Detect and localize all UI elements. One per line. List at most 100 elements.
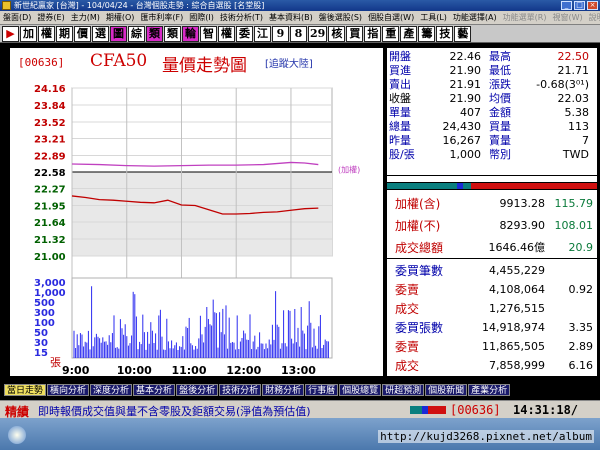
quote-value: 113 bbox=[568, 120, 589, 133]
toolbar-button-9[interactable]: 類 bbox=[164, 25, 181, 42]
quote-row-0: 開盤 22.46 最高 22.50 bbox=[387, 50, 597, 64]
price-tick-label: 21.32 bbox=[34, 235, 66, 246]
quote-value: 21.90 bbox=[449, 64, 482, 77]
toolbar-button-6[interactable]: 圖 bbox=[110, 25, 127, 42]
price-tick-label: 23.84 bbox=[34, 101, 66, 112]
start-orb-icon[interactable] bbox=[8, 426, 26, 444]
toolbar-button-17[interactable]: 29 bbox=[308, 25, 328, 42]
intraday-chart[interactable]: 24.16 23.84 23.52 23.21 22.89 22.58 22.27 21.95… bbox=[10, 48, 383, 376]
quote-value: TWD bbox=[562, 148, 589, 161]
toolbar-button-13[interactable]: 委 bbox=[236, 25, 253, 42]
menu-item-1[interactable]: 證券(E) bbox=[34, 11, 67, 24]
quote-label: 最低 bbox=[489, 64, 511, 77]
tab-4[interactable]: 盤後分析 bbox=[176, 383, 219, 396]
price-tick-label: 22.27 bbox=[34, 184, 66, 195]
tab-5[interactable]: 技術分析 bbox=[219, 383, 262, 396]
tab-10[interactable]: 個股新聞 bbox=[425, 383, 468, 396]
index-row-0: 加權(含) 9913.28 115.79 bbox=[387, 193, 597, 215]
quote-value: 24,430 bbox=[442, 120, 482, 133]
toolbar-button-16[interactable]: 8 bbox=[290, 25, 307, 42]
toolbar-button-22[interactable]: 產 bbox=[400, 25, 418, 42]
toolbar-button-3[interactable]: 期 bbox=[56, 25, 73, 42]
quote-row-6: 昨量 16,267 賣量 7 bbox=[387, 134, 597, 148]
minimize-button[interactable]: _ bbox=[561, 1, 572, 10]
tab-0[interactable]: 當日走勢 bbox=[4, 383, 47, 396]
toolbar-button-8[interactable]: 類 bbox=[146, 25, 163, 42]
tab-6[interactable]: 財務分析 bbox=[262, 383, 305, 396]
quote-label: 買進 bbox=[389, 64, 411, 77]
menu-item-14[interactable]: 說明(H) bbox=[586, 11, 600, 24]
ratio-bar-green-2 bbox=[463, 183, 471, 189]
menu-item-4[interactable]: 匯市利率(F) bbox=[137, 11, 186, 24]
series-label: (加權) bbox=[338, 165, 360, 175]
toolbar-button-15[interactable]: 9 bbox=[272, 25, 289, 42]
tab-2[interactable]: 深度分析 bbox=[90, 383, 133, 396]
tab-7[interactable]: 行事曆 bbox=[305, 383, 339, 396]
close-button[interactable]: × bbox=[587, 1, 598, 10]
toolbar-button-4[interactable]: 價 bbox=[74, 25, 91, 42]
quote-label: 最高 bbox=[489, 50, 511, 63]
order-row-5: 成交 7,858,999 6.16 bbox=[387, 355, 597, 377]
volume-tick-label: 15 bbox=[34, 348, 48, 359]
maximize-button[interactable]: □ bbox=[574, 1, 585, 10]
ratio-bar-green bbox=[387, 183, 457, 189]
quote-row-3: 收盤 21.90 均價 22.03 bbox=[387, 92, 597, 106]
index-value: 1646.46億 bbox=[488, 241, 546, 254]
time-tick-label: 13:00 bbox=[281, 364, 316, 376]
toolbar-button-2[interactable]: 權 bbox=[38, 25, 55, 42]
quote-value: 5.38 bbox=[564, 106, 590, 119]
index-value: 8293.90 bbox=[499, 219, 546, 232]
quote-label: 昨量 bbox=[389, 134, 411, 147]
menu-item-5[interactable]: 國際(I) bbox=[186, 11, 217, 24]
toolbar-button-19[interactable]: 買 bbox=[346, 25, 364, 42]
menu-item-13[interactable]: 視窗(W) bbox=[549, 11, 585, 24]
index-label: 成交總額 bbox=[395, 241, 444, 255]
toolbar-button-10[interactable]: 輪 bbox=[182, 25, 199, 42]
index-change: 108.01 bbox=[554, 219, 594, 232]
time-tick-label: 10:00 bbox=[117, 364, 152, 376]
quote-panel: 開盤 22.46 最高 22.50 買進 21.90 最低 21.71 賣出 21.91 漲跌 -0.… bbox=[387, 48, 597, 376]
toolbar-button-7[interactable]: 綜 bbox=[128, 25, 145, 42]
toolbar-button-12[interactable]: 權 bbox=[218, 25, 235, 42]
status-code: [00636] bbox=[450, 403, 501, 417]
menu-item-6[interactable]: 技術分析(T) bbox=[217, 11, 266, 24]
menu-item-8[interactable]: 盤後選股(S) bbox=[316, 11, 365, 24]
order-label: 成交 bbox=[395, 359, 420, 373]
index-row-1: 加權(不) 8293.90 108.01 bbox=[387, 215, 597, 237]
quote-row-1: 買進 21.90 最低 21.71 bbox=[387, 64, 597, 78]
menu-item-0[interactable]: 盤面(D) bbox=[0, 11, 34, 24]
tab-9[interactable]: 研超預測 bbox=[382, 383, 425, 396]
status-bar: 精績 即時報價成交值與量不含零股及鉅額交易(淨值為預估值) [00636] 14… bbox=[0, 400, 600, 419]
price-tick-label: 24.16 bbox=[34, 84, 66, 95]
menu-item-3[interactable]: 期權(O) bbox=[103, 11, 138, 24]
quote-label: 收盤 bbox=[389, 92, 411, 105]
toolbar-button-1[interactable]: 加 bbox=[20, 25, 37, 42]
toolbar-button-25[interactable]: 藝 bbox=[454, 25, 472, 42]
tab-3[interactable]: 基本分析 bbox=[133, 383, 176, 396]
order-ratio: 6.16 bbox=[568, 359, 594, 372]
tab-8[interactable]: 個股總覽 bbox=[339, 383, 382, 396]
order-value: 7,858,999 bbox=[489, 359, 545, 372]
tab-1[interactable]: 橫向分析 bbox=[47, 383, 90, 396]
menu-item-12[interactable]: 功能選單(R) bbox=[500, 11, 550, 24]
toolbar-button-5[interactable]: 選 bbox=[92, 25, 109, 42]
tab-11[interactable]: 產業分析 bbox=[468, 383, 511, 396]
menu-item-11[interactable]: 功能選擇(A) bbox=[450, 11, 500, 24]
quote-label: 幣別 bbox=[489, 148, 511, 161]
toolbar-button-11[interactable]: 智 bbox=[200, 25, 217, 42]
toolbar-button-24[interactable]: 技 bbox=[436, 25, 454, 42]
toolbar-button-20[interactable]: 指 bbox=[364, 25, 382, 42]
index-change: 115.79 bbox=[554, 197, 594, 210]
toolbar-button-21[interactable]: 重 bbox=[382, 25, 400, 42]
menu-item-7[interactable]: 基本資料(B) bbox=[266, 11, 316, 24]
menu-item-2[interactable]: 主力(M) bbox=[68, 11, 103, 24]
menu-item-10[interactable]: 工具(L) bbox=[417, 11, 450, 24]
toolbar-button-18[interactable]: 核 bbox=[328, 25, 346, 42]
menu-item-9[interactable]: 個股自選(W) bbox=[365, 11, 417, 24]
index-label: 加權(不) bbox=[395, 219, 441, 233]
toolbar-button-0[interactable]: ▶ bbox=[2, 25, 19, 42]
toolbar-button-23[interactable]: 籌 bbox=[418, 25, 436, 42]
toolbar-button-14[interactable]: 江 bbox=[254, 25, 271, 42]
quote-value: 1,000 bbox=[449, 148, 482, 161]
quote-label: 賣量 bbox=[489, 134, 511, 147]
